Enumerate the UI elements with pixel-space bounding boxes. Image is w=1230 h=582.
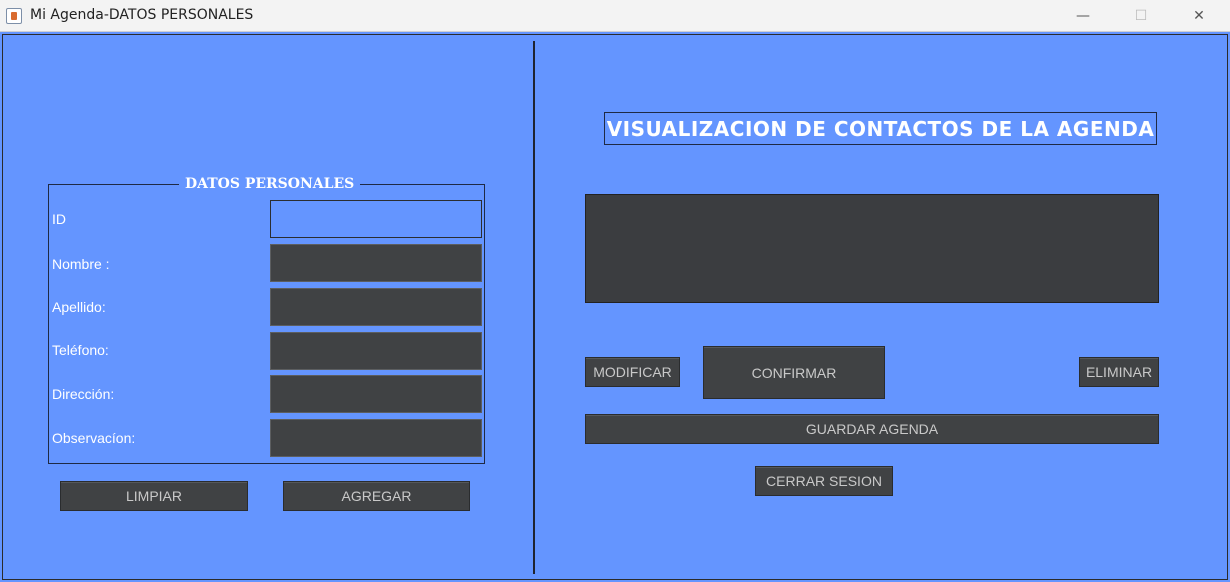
confirm-button[interactable]: CONFIRMAR: [703, 346, 885, 399]
add-button[interactable]: AGREGAR: [283, 481, 470, 511]
logout-button[interactable]: CERRAR SESION: [755, 466, 893, 496]
modify-button[interactable]: MODIFICAR: [585, 357, 680, 387]
minimize-button[interactable]: —: [1054, 0, 1112, 32]
nombre-field[interactable]: [270, 244, 482, 282]
direccion-field[interactable]: [270, 375, 482, 413]
observacion-field[interactable]: [270, 419, 482, 457]
delete-button[interactable]: ELIMINAR: [1079, 357, 1159, 387]
telefono-label: Teléfono:: [52, 342, 109, 358]
apellido-field[interactable]: [270, 288, 482, 326]
clear-button[interactable]: LIMPIAR: [60, 481, 248, 511]
window-title: Mi Agenda-DATOS PERSONALES: [30, 7, 254, 23]
apellido-label: Apellido:: [52, 299, 106, 315]
telefono-field[interactable]: [270, 332, 482, 370]
contacts-section-title: VISUALIZACION DE CONTACTOS DE LA AGENDA: [604, 112, 1157, 145]
group-title: DATOS PERSONALES: [185, 176, 355, 192]
title-bar: Mi Agenda-DATOS PERSONALES — ☐ ✕: [0, 0, 1230, 32]
contacts-display-area[interactable]: [585, 194, 1159, 303]
nombre-label: Nombre :: [52, 256, 110, 272]
observacion-label: Observacíon:: [52, 430, 136, 446]
maximize-button[interactable]: ☐: [1112, 0, 1170, 32]
save-agenda-button[interactable]: GUARDAR AGENDA: [585, 414, 1159, 444]
direccion-label: Dirección:: [52, 386, 115, 402]
id-field[interactable]: [270, 200, 482, 238]
close-button[interactable]: ✕: [1170, 0, 1228, 32]
java-app-icon: [6, 8, 22, 24]
vertical-divider: [533, 41, 535, 574]
id-label: ID: [52, 211, 66, 227]
